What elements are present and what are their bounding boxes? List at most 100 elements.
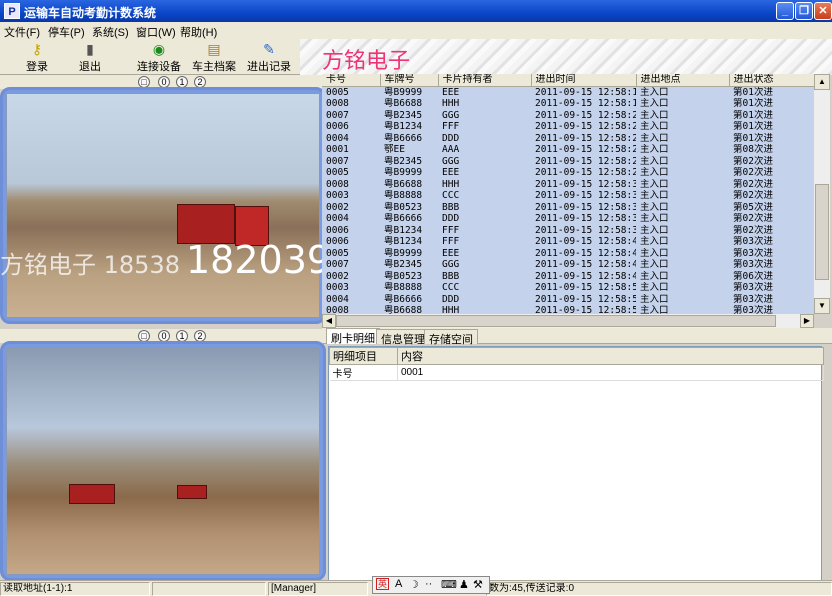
table-row[interactable]: 0008 粤B6688 HHH 2011-09-15 12:58:19 主入口 第01次进 [322,98,814,110]
column-holder[interactable]: 卡片持有者 [438,74,532,87]
column-location[interactable]: 进出地点 [636,74,730,87]
owner-archive-button[interactable]: ▤ 车主档案 [191,41,237,73]
detail-table[interactable]: 明细项目 内容 卡号 0001 [328,346,824,582]
time-cell: 2011-09-15 12:58:17 [531,86,636,98]
table-row[interactable]: 0001 鄂EE AAA 2011-09-15 12:58:25 主入口 第08次进 [322,144,814,156]
location-cell: 主入口 [636,155,729,167]
menu-file[interactable]: 文件(F) [4,24,40,40]
table-row[interactable]: 0006 粤B1234 FFF 2011-09-15 12:58:43 主入口 第03次进 [322,236,814,248]
table-row[interactable]: 0005 粤B9999 EEE 2011-09-15 12:58:17 主入口 第01次进 [322,86,814,98]
holder-cell: DDD [438,293,531,305]
close-button[interactable]: ✕ [814,2,832,20]
table-row[interactable]: 0003 粤B8888 CCC 2011-09-15 12:58:51 主入口 第03次进 [322,282,814,294]
minimize-button[interactable]: _ [776,2,794,20]
ime-settings-icon[interactable]: ⚒ [473,578,483,591]
tab-storage[interactable]: 存储空间 [424,329,478,346]
card-no-cell: 0008 [322,98,380,110]
table-row[interactable]: 0004 粤B6666 DDD 2011-09-15 12:58:36 主入口 第02次进 [322,213,814,225]
table-row[interactable]: 0003 粤B8888 CCC 2011-09-15 12:58:33 主入口 第02次进 [322,190,814,202]
table-row[interactable]: 0007 粤B2345 GGG 2011-09-15 12:58:20 主入口 第01次进 [322,109,814,121]
table-row[interactable]: 0002 粤B0523 BBB 2011-09-15 12:58:34 主入口 第05次进 [322,201,814,213]
scroll-right-arrow-icon[interactable]: ▶ [800,314,814,328]
status-counts: 数为:45,传送记录:0 [486,582,832,596]
exit-button[interactable]: ▮ 退出 [75,41,105,73]
menu-system[interactable]: 系统(S) [92,24,129,40]
table-row[interactable]: 0004 粤B6666 DDD 2011-09-15 12:58:53 主入口 第03次进 [322,293,814,305]
scroll-up-arrow-icon[interactable]: ▲ [814,74,830,90]
status-cell: 第06次进 [729,270,814,282]
table-row[interactable]: 0008 粤B6688 HHH 2011-09-15 12:58:54 主入口 第03次进 [322,305,814,314]
connect-device-button[interactable]: ◉ 连接设备 [136,41,182,73]
plate-no-cell: 粤B6688 [380,305,438,314]
status-cell: 第03次进 [729,282,814,294]
card-no-cell: 0007 [322,109,380,121]
table-row[interactable]: 0005 粤B9999 EEE 2011-09-15 12:58:29 主入口 第02次进 [322,167,814,179]
ime-keyboard-icon[interactable]: ⌨ [441,578,457,591]
card-no-cell: 0004 [322,213,380,225]
table-row[interactable]: 0004 粤B6666 DDD 2011-09-15 12:58:23 主入口 第01次进 [322,132,814,144]
scroll-thumb[interactable] [336,315,776,327]
table-row[interactable]: 卡号 0001 [329,364,824,381]
column-status[interactable]: 进出状态 [729,74,814,87]
ime-english-icon[interactable]: 英 [376,578,390,590]
card-no-cell: 0006 [322,224,380,236]
table-row[interactable]: 0007 粤B2345 GGG 2011-09-15 12:58:27 主入口 第02次进 [322,155,814,167]
location-cell: 主入口 [636,98,729,110]
ime-punct-icon[interactable]: ·· [425,578,432,590]
tab-swipe-details[interactable]: 刷卡明细 [326,328,380,345]
table-row[interactable]: 0006 粤B1234 FFF 2011-09-15 12:58:38 主入口 第02次进 [322,224,814,236]
records-horizontal-scrollbar[interactable]: ◀ ▶ [322,314,814,328]
table-row[interactable]: 0008 粤B6688 HHH 2011-09-15 12:58:31 主入口 第02次进 [322,178,814,190]
menu-help[interactable]: 帮助(H) [180,24,217,40]
plate-no-cell: 粤B9999 [380,86,438,98]
menu-parking[interactable]: 停车(P) [48,24,85,40]
column-plate-no[interactable]: 车牌号 [380,74,439,87]
ime-user-icon[interactable]: ♟ [459,578,469,591]
scroll-thumb[interactable] [815,184,829,280]
scroll-left-arrow-icon[interactable]: ◀ [322,314,336,328]
time-cell: 2011-09-15 12:58:31 [531,178,636,190]
camera1-image [6,93,320,318]
location-cell: 主入口 [636,144,729,156]
records-table[interactable]: 卡号 车牌号 卡片持有者 进出时间 进出地点 进出状态 0005 粤B9999 EE… [322,74,814,314]
camera2-image [6,347,320,575]
plate-no-cell: 粤B1234 [380,236,438,248]
tab-info-management[interactable]: 信息管理 [376,329,430,346]
holder-cell: DDD [438,213,531,225]
plate-no-cell: 粤B6688 [380,98,438,110]
holder-cell: FFF [438,121,531,133]
column-card-no[interactable]: 卡号 [322,74,381,87]
maximize-button[interactable]: ❐ [795,2,813,20]
records-vertical-scrollbar[interactable]: ▲ ▼ [814,74,830,314]
plate-no-cell: 鄂EE [380,144,438,156]
table-row[interactable]: 0006 粤B1234 FFF 2011-09-15 12:58:21 主入口 第01次进 [322,121,814,133]
card-no-cell: 0004 [322,293,380,305]
menu-window[interactable]: 窗口(W) [136,24,176,40]
time-cell: 2011-09-15 12:58:54 [531,305,636,314]
ime-fullwidth-icon[interactable]: A [395,578,402,590]
holder-cell: EEE [438,167,531,179]
truck-shape [177,485,207,499]
ime-moon-icon[interactable]: ☽ [409,578,419,591]
window-title: 运输车自动考勤计数系统 [24,6,157,20]
status-cell: 第03次进 [729,259,814,271]
table-row[interactable]: 0002 粤B0523 BBB 2011-09-15 12:58:49 主入口 第06次进 [322,270,814,282]
location-cell: 主入口 [636,293,729,305]
time-cell: 2011-09-15 12:58:19 [531,98,636,110]
column-detail-item[interactable]: 明细项目 [329,347,398,365]
column-time[interactable]: 进出时间 [531,74,637,87]
time-cell: 2011-09-15 12:58:29 [531,167,636,179]
time-cell: 2011-09-15 12:58:33 [531,190,636,202]
location-cell: 主入口 [636,282,729,294]
scroll-down-arrow-icon[interactable]: ▼ [814,298,830,314]
login-button[interactable]: ⚷ 登录 [22,41,52,73]
table-row[interactable]: 0007 粤B2345 GGG 2011-09-15 12:58:48 主入口 第03次进 [322,259,814,271]
time-cell: 2011-09-15 12:58:27 [531,155,636,167]
column-detail-content[interactable]: 内容 [397,347,824,365]
ime-toolbar[interactable]: 英 A ☽ ·· ⌨ ♟ ⚒ [372,576,490,594]
table-row[interactable]: 0005 粤B9999 EEE 2011-09-15 12:58:45 主入口 第03次进 [322,247,814,259]
access-records-button[interactable]: ✎ 进出记录 [246,41,292,73]
truck-shape [69,484,115,504]
holder-cell: FFF [438,236,531,248]
plate-no-cell: 粤B6688 [380,178,438,190]
